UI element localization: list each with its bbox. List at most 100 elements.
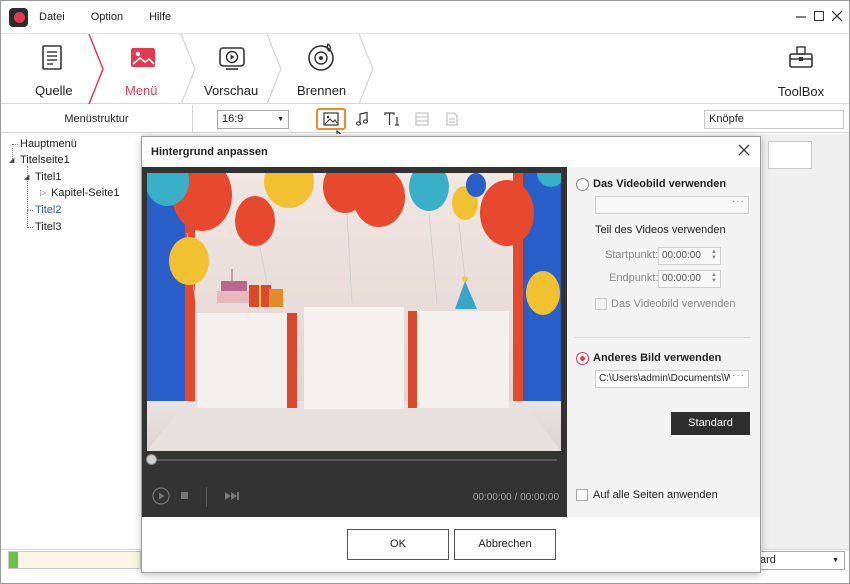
text-button[interactable] [381,109,403,129]
music-button[interactable] [351,109,373,129]
video-scrub-handle[interactable] [146,454,157,465]
thumbnail-button [411,109,433,129]
menu-option[interactable]: Option [91,11,123,23]
step-divider-icon [88,34,104,104]
stop-button[interactable] [180,491,190,504]
other-image-option-label: Anderes Bild verwenden [593,352,722,364]
tree-collapse-icon[interactable]: ◢ [24,173,29,181]
background-image-icon [323,112,339,126]
chapter-button [441,109,463,129]
menu-structure-header: Menüstruktur [1,105,193,133]
use-videoframe-label: Das Videobild verwenden [611,298,736,310]
end-point-label: Endpunkt: [609,272,659,284]
disc-space-fill [9,552,19,568]
spinner-icon[interactable]: ▲ ▼ [711,249,717,261]
text-icon [384,112,399,126]
start-point-label: Startpunkt: [605,249,659,261]
video-scrub-track[interactable] [151,459,557,461]
app-logo-icon [9,8,28,27]
tree-item-main-menu[interactable]: Hauptmenü [20,138,77,150]
page-icon [446,112,458,126]
start-point-value: 00:00:00 [662,250,701,261]
background-image-button[interactable] [316,108,346,130]
browse-dots-icon: ··· [732,196,745,207]
thumbnail-icon [415,112,429,126]
end-point-value: 00:00:00 [662,273,701,284]
cancel-button[interactable]: Abbrechen [454,529,556,560]
step-divider-icon [358,34,374,104]
tree-item-title2[interactable]: Titel2 [35,204,62,216]
close-window-icon[interactable] [830,9,844,23]
music-note-icon [355,111,369,126]
step-divider-icon [266,34,282,104]
spinner-icon[interactable]: ▲ ▼ [711,272,717,284]
video-time-display: 00:00:00 / 00:00:00 [472,492,559,503]
toolbox-button[interactable]: ToolBox [771,34,831,104]
image-menu-icon [131,48,155,67]
disc-burn-icon [308,42,334,71]
editor-toolbar: Menüstruktur 16:9 ▼ Knöpfe [1,105,849,133]
image-path-value: C:\Users\admin\Documents\W [599,373,734,384]
aspect-ratio-value: 16:9 [222,113,244,125]
video-frame-option-label: Das Videobild verwenden [593,178,727,190]
minimize-icon[interactable] [794,9,808,23]
disc-type-value: ard [760,554,776,566]
toolbox-label: ToolBox [777,84,825,99]
use-videoframe-checkbox[interactable] [595,298,607,310]
app-window: Datei Option Hilfe Quelle Menü Vorschau … [0,0,850,584]
tree-item-title1[interactable]: Titel1 [35,171,62,183]
options-separator [575,337,751,338]
menu-file[interactable]: Datei [39,11,65,23]
tree-item-title-page[interactable]: Titelseite1 [20,154,70,166]
step-burn-label: Brennen [297,83,347,98]
video-part-label: Teil des Videos verwenden [595,224,726,236]
step-preview-label: Vorschau [204,83,259,98]
maximize-icon[interactable] [812,9,826,23]
step-menu-label: Menü [125,83,158,98]
background-preview-image [147,173,561,451]
background-options-panel: Das Videobild verwenden ··· Teil des Vid… [567,167,760,517]
start-point-field[interactable]: 00:00:00 ▲ ▼ [658,247,721,265]
video-player: 00:00:00 / 00:00:00 [142,167,567,517]
dialog-title: Hintergrund anpassen [151,146,268,158]
title-bar: Datei Option Hilfe [1,1,849,33]
apply-all-label: Auf alle Seiten anwenden [593,489,718,501]
tree-item-title3[interactable]: Titel3 [35,221,62,233]
close-icon[interactable] [738,143,750,161]
tree-item-chapter-page[interactable]: Kapitel-Seite1 [51,187,120,199]
tree-expand-icon[interactable]: ▷ [40,188,46,197]
browse-dots-icon[interactable]: ··· [730,371,745,384]
next-button[interactable] [224,491,240,504]
step-preview[interactable]: Vorschau [201,34,263,104]
end-point-field[interactable]: 00:00:00 ▲ ▼ [658,270,721,288]
dropdown-arrow-icon: ▼ [277,116,284,123]
ok-button[interactable]: OK [347,529,449,560]
step-burn[interactable]: Brennen [291,34,353,104]
video-frame-radio[interactable] [576,178,589,191]
dropdown-arrow-icon: ▼ [832,557,839,564]
apply-all-checkbox[interactable] [576,489,588,501]
image-path-field[interactable]: C:\Users\admin\Documents\W ··· [595,370,749,388]
other-image-radio[interactable] [576,352,589,365]
buttons-template-field[interactable]: Knöpfe [704,110,844,129]
step-menu[interactable]: Menü [113,34,173,104]
aspect-ratio-select[interactable]: 16:9 ▼ [217,110,289,129]
step-source[interactable]: Quelle [23,34,83,104]
menu-help[interactable]: Hilfe [149,11,171,23]
document-icon [42,45,62,70]
play-button[interactable] [152,487,170,508]
skip-forward-icon [225,492,239,500]
tree-collapse-icon[interactable]: ◢ [9,156,14,164]
step-source-label: Quelle [35,83,73,98]
disc-space-bar [8,551,141,569]
standard-button[interactable]: Standard [671,412,750,435]
control-divider [206,487,207,507]
button-thumbnail[interactable] [768,141,812,169]
menu-bar: Datei Option Hilfe [39,11,197,23]
menu-structure-tree: Hauptmenü ◢ Titelseite1 ◢ Titel1 ▷ Kapit… [1,134,141,554]
play-icon [152,487,170,505]
video-file-field[interactable]: ··· [595,196,749,214]
background-dialog: Hintergrund anpassen 00:00:00 / 00:00:00… [141,136,761,573]
preview-play-icon [219,47,245,70]
stop-icon [181,492,188,499]
